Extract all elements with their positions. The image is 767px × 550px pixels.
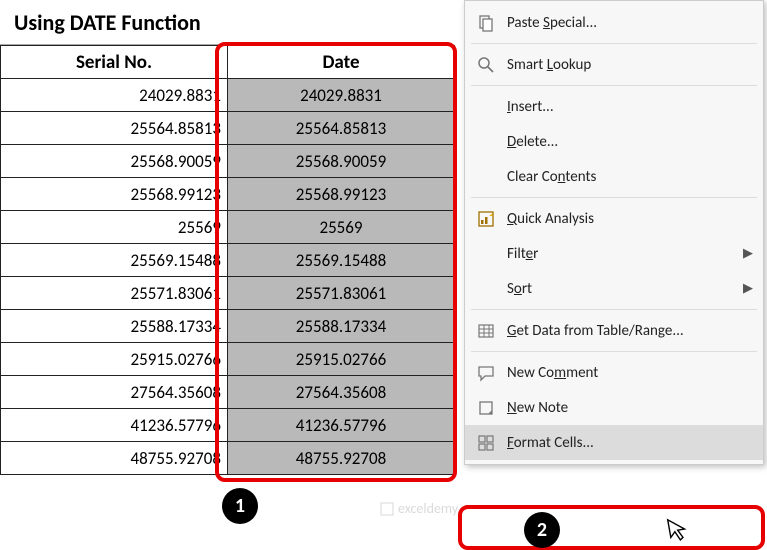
table-row: 25568.9005925568.90059 (1, 145, 455, 178)
menu-label: Format Cells... (507, 434, 753, 452)
paste-icon (475, 12, 497, 34)
blank-icon (475, 166, 497, 188)
menu-label: Clear Contents (507, 168, 753, 186)
menu-delete[interactable]: Delete... (465, 124, 763, 159)
table-row: 25915.0276625915.02766 (1, 343, 455, 376)
table-row: 48755.9270848755.92708 (1, 442, 455, 475)
comment-icon (475, 362, 497, 384)
table-row: 25588.1733425588.17334 (1, 310, 455, 343)
separator (471, 43, 757, 44)
serial-cell[interactable]: 24029.8831 (1, 79, 228, 112)
menu-get-data[interactable]: Get Data from Table/Range... (465, 313, 763, 348)
separator (471, 309, 757, 310)
callout-badge-1: 1 (222, 488, 258, 524)
menu-quick-analysis[interactable]: Quick Analysis (465, 201, 763, 236)
menu-new-note[interactable]: New Note (465, 390, 763, 425)
note-icon (475, 397, 497, 419)
col-date-header: Date (228, 46, 455, 79)
table-icon (475, 320, 497, 342)
menu-label: Quick Analysis (507, 210, 753, 228)
quick-analysis-icon (475, 208, 497, 230)
callout-badge-2: 2 (524, 512, 560, 548)
date-cell[interactable]: 24029.8831 (228, 79, 455, 112)
watermark-text: exceldemy (398, 500, 458, 517)
table-row: 24029.883124029.8831 (1, 79, 455, 112)
blank-icon (475, 278, 497, 300)
serial-cell[interactable]: 25568.99123 (1, 178, 228, 211)
serial-cell[interactable]: 25568.90059 (1, 145, 228, 178)
menu-sort[interactable]: Sort ▶ (465, 271, 763, 306)
menu-label: Insert... (507, 98, 753, 116)
table-row: 2556925569 (1, 211, 455, 244)
serial-cell[interactable]: 25915.02766 (1, 343, 228, 376)
menu-smart-lookup[interactable]: Smart Lookup (465, 47, 763, 82)
menu-label: New Comment (507, 364, 753, 382)
table-header-row: Serial No. Date (1, 46, 455, 79)
cursor-icon (665, 514, 692, 549)
date-cell[interactable]: 48755.92708 (228, 442, 455, 475)
table-row: 41236.5779641236.57796 (1, 409, 455, 442)
page-title: Using DATE Function (14, 9, 201, 36)
date-cell[interactable]: 25588.17334 (228, 310, 455, 343)
blank-icon (475, 243, 497, 265)
menu-new-comment[interactable]: New Comment (465, 355, 763, 390)
menu-insert[interactable]: Insert... (465, 89, 763, 124)
blank-icon (475, 96, 497, 118)
chevron-right-icon: ▶ (743, 281, 753, 296)
date-cell[interactable]: 25571.83061 (228, 277, 455, 310)
serial-cell[interactable]: 25564.85813 (1, 112, 228, 145)
table-row: 25571.8306125571.83061 (1, 277, 455, 310)
menu-label: Delete... (507, 133, 753, 151)
separator (471, 351, 757, 352)
table: Serial No. Date 24029.883124029.8831 255… (0, 45, 455, 475)
highlight-format-cells (458, 505, 765, 550)
serial-cell[interactable]: 25588.17334 (1, 310, 228, 343)
menu-label: Smart Lookup (507, 56, 753, 74)
date-cell[interactable]: 41236.57796 (228, 409, 455, 442)
date-cell[interactable]: 25564.85813 (228, 112, 455, 145)
serial-cell[interactable]: 25571.83061 (1, 277, 228, 310)
col-serial-header: Serial No. (1, 46, 228, 79)
date-cell[interactable]: 27564.35608 (228, 376, 455, 409)
context-menu: Paste Special... Smart Lookup Insert... … (464, 0, 764, 465)
table-row: 27564.3560827564.35608 (1, 376, 455, 409)
date-cell[interactable]: 25568.90059 (228, 145, 455, 178)
blank-icon (475, 131, 497, 153)
search-icon (475, 54, 497, 76)
separator (471, 85, 757, 86)
serial-cell[interactable]: 48755.92708 (1, 442, 228, 475)
date-cell[interactable]: 25568.99123 (228, 178, 455, 211)
serial-cell[interactable]: 25569 (1, 211, 228, 244)
table-row: 25568.9912325568.99123 (1, 178, 455, 211)
chevron-right-icon: ▶ (743, 246, 753, 261)
menu-label: Get Data from Table/Range... (507, 322, 753, 340)
serial-cell[interactable]: 27564.35608 (1, 376, 228, 409)
page-title-bar: Using DATE Function (0, 0, 435, 45)
menu-label: Paste Special... (507, 14, 753, 32)
serial-cell[interactable]: 41236.57796 (1, 409, 228, 442)
menu-label: New Note (507, 399, 753, 417)
date-cell[interactable]: 25569.15488 (228, 244, 455, 277)
data-grid: Serial No. Date 24029.883124029.8831 255… (0, 45, 455, 475)
menu-paste-special[interactable]: Paste Special... (465, 5, 763, 40)
menu-label: Filter (507, 245, 733, 263)
separator (471, 197, 757, 198)
table-row: 25569.1548825569.15488 (1, 244, 455, 277)
watermark: exceldemy (380, 500, 458, 517)
menu-label: Sort (507, 280, 733, 298)
menu-clear-contents[interactable]: Clear Contents (465, 159, 763, 194)
serial-cell[interactable]: 25569.15488 (1, 244, 228, 277)
menu-filter[interactable]: Filter ▶ (465, 236, 763, 271)
table-row: 25564.8581325564.85813 (1, 112, 455, 145)
date-cell[interactable]: 25915.02766 (228, 343, 455, 376)
format-cells-icon (475, 432, 497, 454)
menu-format-cells[interactable]: Format Cells... (465, 425, 763, 460)
date-cell[interactable]: 25569 (228, 211, 455, 244)
